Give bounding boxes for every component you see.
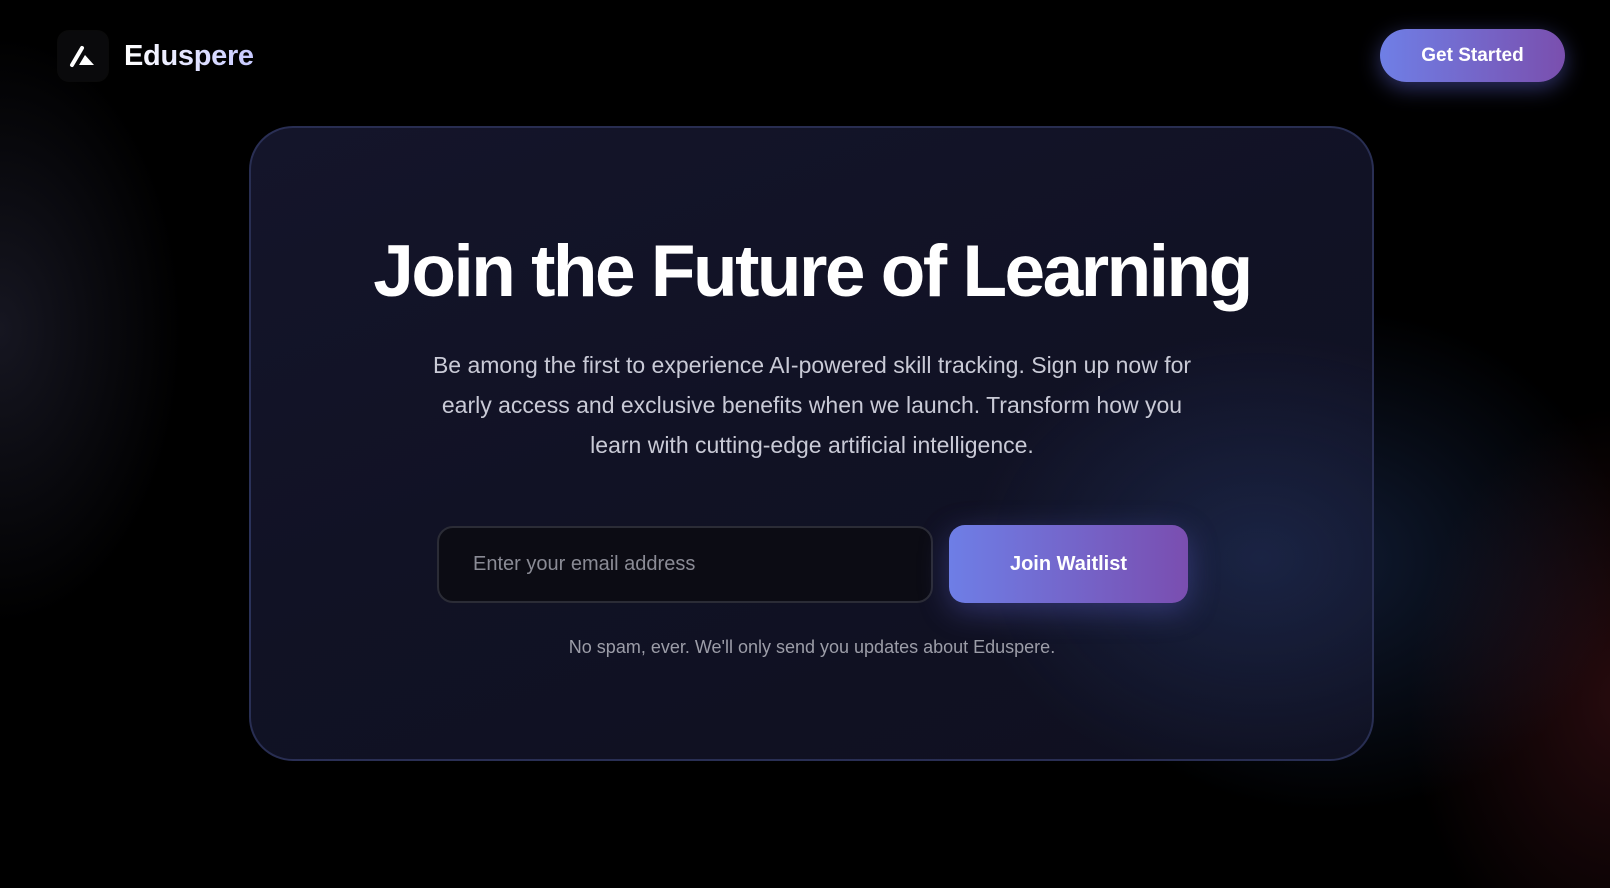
hero-subtitle: Be among the first to experience AI-powe… [432,352,1192,458]
get-started-button[interactable]: Get Started [1380,29,1565,82]
email-input[interactable] [437,526,933,603]
eduspere-logo-icon [58,31,108,81]
no-spam-disclaimer: No spam, ever. We'll only send you updat… [568,637,1056,657]
brand-name: Eduspere [124,39,254,72]
brand-home-link[interactable]: Eduspere [58,30,254,82]
top-nav: Eduspere Get Started [0,0,1610,112]
join-waitlist-button[interactable]: Join Waitlist [949,525,1188,603]
hero-title: Join the Future of Learning [373,231,1253,312]
